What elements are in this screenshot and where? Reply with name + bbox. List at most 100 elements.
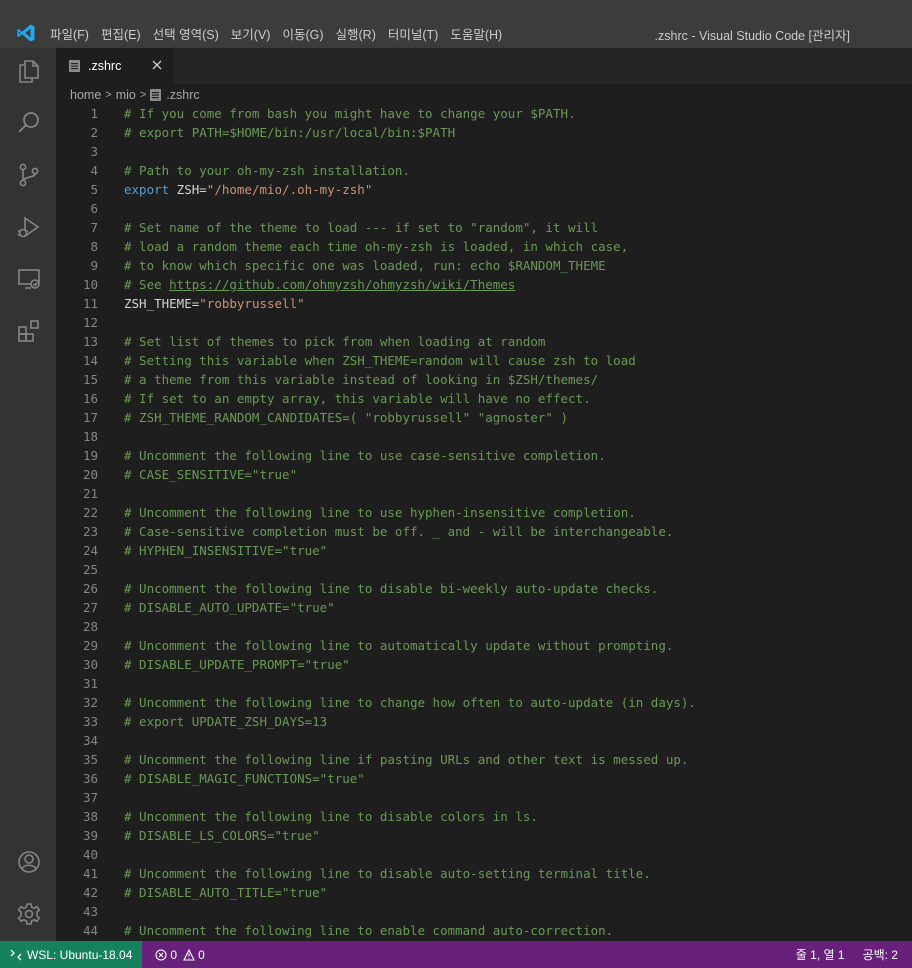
- code-line[interactable]: 40: [56, 845, 912, 864]
- source-control-icon[interactable]: [16, 162, 42, 188]
- code-line[interactable]: 25: [56, 560, 912, 579]
- code-editor[interactable]: 1 # If you come from bash you might have …: [56, 104, 912, 941]
- line-content: # Set name of the theme to load --- if s…: [124, 218, 598, 237]
- code-line[interactable]: 1 # If you come from bash you might have …: [56, 104, 912, 123]
- menu-selection[interactable]: 선택 영역(S): [147, 24, 225, 43]
- line-number: 31: [82, 676, 98, 691]
- code-line[interactable]: 12: [56, 313, 912, 332]
- code-line[interactable]: 21: [56, 484, 912, 503]
- code-token: # If you come from bash you might have t…: [124, 106, 576, 121]
- code-line[interactable]: 3: [56, 142, 912, 161]
- code-line[interactable]: 36 # DISABLE_MAGIC_FUNCTIONS="true": [56, 769, 912, 788]
- line-number: 1: [90, 106, 98, 121]
- breadcrumb-item-mio[interactable]: mio: [116, 88, 136, 102]
- code-line[interactable]: 39 # DISABLE_LS_COLORS="true": [56, 826, 912, 845]
- code-line[interactable]: 7 # Set name of the theme to load --- if …: [56, 218, 912, 237]
- code-line[interactable]: 8 # load a random theme each time oh-my-z…: [56, 237, 912, 256]
- code-line[interactable]: 4 # Path to your oh-my-zsh installation.: [56, 161, 912, 180]
- line-number: 40: [82, 847, 98, 862]
- code-line[interactable]: 19 # Uncomment the following line to use …: [56, 446, 912, 465]
- code-line[interactable]: 34: [56, 731, 912, 750]
- line-number: 9: [90, 258, 98, 273]
- line-number: 32: [82, 695, 98, 710]
- code-line[interactable]: 13 # Set list of themes to pick from when…: [56, 332, 912, 351]
- code-line[interactable]: 9 # to know which specific one was loaded…: [56, 256, 912, 275]
- code-line[interactable]: 18: [56, 427, 912, 446]
- cursor-position[interactable]: 줄 1, 열 1: [796, 946, 845, 963]
- line-number: 37: [82, 790, 98, 805]
- line-number: 22: [82, 505, 98, 520]
- menu-edit[interactable]: 편집(E): [95, 24, 147, 43]
- breadcrumb-item-file[interactable]: .zshrc: [166, 88, 199, 102]
- code-line[interactable]: 42 # DISABLE_AUTO_TITLE="true": [56, 883, 912, 902]
- code-line[interactable]: 41 # Uncomment the following line to disa…: [56, 864, 912, 883]
- line-content: # Uncomment the following line to disabl…: [124, 864, 651, 883]
- remote-explorer-icon[interactable]: [16, 266, 42, 292]
- line-content: # If set to an empty array, this variabl…: [124, 389, 591, 408]
- breadcrumb-item-home[interactable]: home: [70, 88, 101, 102]
- indentation[interactable]: 공백: 2: [863, 946, 898, 963]
- code-token: # Set name of the theme to load --- if s…: [124, 220, 599, 235]
- code-line[interactable]: 37: [56, 788, 912, 807]
- line-number: 43: [82, 904, 98, 919]
- code-line[interactable]: 31: [56, 674, 912, 693]
- code-line[interactable]: 33 # export UPDATE_ZSH_DAYS=13: [56, 712, 912, 731]
- code-link[interactable]: https://github.com/ohmyzsh/ohmyzsh/wiki/…: [169, 277, 515, 292]
- code-line[interactable]: 6: [56, 199, 912, 218]
- code-line[interactable]: 5 export ZSH="/home/mio/.oh-my-zsh": [56, 180, 912, 199]
- menu-file[interactable]: 파일(F): [44, 24, 95, 43]
- line-content: # Uncomment the following line to automa…: [124, 636, 673, 655]
- line-number: 33: [82, 714, 98, 729]
- remote-indicator[interactable]: WSL: Ubuntu-18.04: [0, 941, 143, 968]
- code-line[interactable]: 2 # export PATH=$HOME/bin:/usr/local/bin:…: [56, 123, 912, 142]
- settings-gear-icon[interactable]: [16, 901, 42, 927]
- code-line[interactable]: 17 # ZSH_THEME_RANDOM_CANDIDATES=( "robby…: [56, 408, 912, 427]
- menu-go[interactable]: 이동(G): [276, 24, 329, 43]
- run-debug-icon[interactable]: [16, 214, 42, 240]
- code-line[interactable]: 43: [56, 902, 912, 921]
- remote-label: WSL: Ubuntu-18.04: [27, 947, 133, 962]
- line-number: 2: [90, 125, 98, 140]
- line-number: 36: [82, 771, 98, 786]
- code-line[interactable]: 11 ZSH_THEME="robbyrussell": [56, 294, 912, 313]
- menu-view[interactable]: 보기(V): [225, 24, 277, 43]
- vscode-logo-icon[interactable]: [16, 23, 36, 43]
- extensions-icon[interactable]: [16, 318, 42, 344]
- line-content: # See https://github.com/ohmyzsh/ohmyzsh…: [124, 275, 515, 294]
- line-content: # Setting this variable when ZSH_THEME=r…: [124, 351, 636, 370]
- code-line[interactable]: 44 # Uncomment the following line to enab…: [56, 921, 912, 940]
- tab-zshrc[interactable]: .zshrc: [56, 48, 174, 84]
- account-icon[interactable]: [16, 849, 42, 875]
- code-line[interactable]: 32 # Uncomment the following line to chan…: [56, 693, 912, 712]
- menu-run[interactable]: 실행(R): [330, 24, 382, 43]
- code-line[interactable]: 38 # Uncomment the following line to disa…: [56, 807, 912, 826]
- files-icon[interactable]: [16, 58, 42, 84]
- code-line[interactable]: 15 # a theme from this variable instead o…: [56, 370, 912, 389]
- search-icon[interactable]: [16, 110, 42, 136]
- warning-icon: [183, 948, 195, 961]
- code-line[interactable]: 22 # Uncomment the following line to use …: [56, 503, 912, 522]
- line-content: # DISABLE_AUTO_TITLE="true": [124, 883, 327, 902]
- code-line[interactable]: 26 # Uncomment the following line to disa…: [56, 579, 912, 598]
- line-number: 17: [82, 410, 98, 425]
- code-line[interactable]: 14 # Setting this variable when ZSH_THEME…: [56, 351, 912, 370]
- code-line[interactable]: 24 # HYPHEN_INSENSITIVE="true": [56, 541, 912, 560]
- problems-indicator[interactable]: 0 0: [152, 948, 205, 962]
- line-number: 15: [82, 372, 98, 387]
- code-line[interactable]: 30 # DISABLE_UPDATE_PROMPT="true": [56, 655, 912, 674]
- code-line[interactable]: 35 # Uncomment the following line if past…: [56, 750, 912, 769]
- code-line[interactable]: 16 # If set to an empty array, this varia…: [56, 389, 912, 408]
- code-line[interactable]: 23 # Case-sensitive completion must be of…: [56, 522, 912, 541]
- menu-terminal[interactable]: 터미널(T): [382, 24, 444, 43]
- code-line[interactable]: 27 # DISABLE_AUTO_UPDATE="true": [56, 598, 912, 617]
- code-line[interactable]: 29 # Uncomment the following line to auto…: [56, 636, 912, 655]
- menu-help[interactable]: 도움말(H): [444, 24, 508, 43]
- code-line[interactable]: 20 # CASE_SENSITIVE="true": [56, 465, 912, 484]
- close-icon[interactable]: [150, 58, 164, 72]
- code-token: "/home/mio/.oh-my-zsh": [206, 182, 373, 197]
- code-line[interactable]: 28: [56, 617, 912, 636]
- code-token: ZSH_THEME=: [124, 296, 200, 311]
- line-content: ZSH_THEME="robbyrussell": [124, 294, 305, 313]
- code-token: ZSH=: [169, 182, 207, 197]
- code-line[interactable]: 10 # See https://github.com/ohmyzsh/ohmyz…: [56, 275, 912, 294]
